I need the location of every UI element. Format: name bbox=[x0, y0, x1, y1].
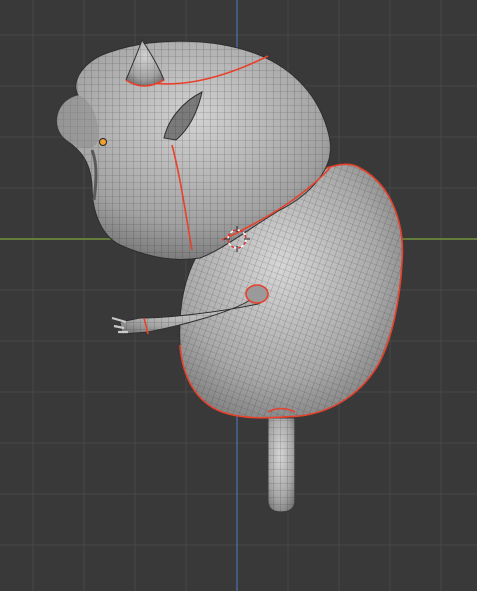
character-mesh[interactable] bbox=[56, 38, 404, 513]
tail-stalk[interactable] bbox=[267, 417, 296, 513]
3d-viewport[interactable] bbox=[0, 0, 477, 591]
viewport-canvas[interactable] bbox=[0, 0, 477, 591]
object-origin[interactable] bbox=[99, 138, 107, 146]
